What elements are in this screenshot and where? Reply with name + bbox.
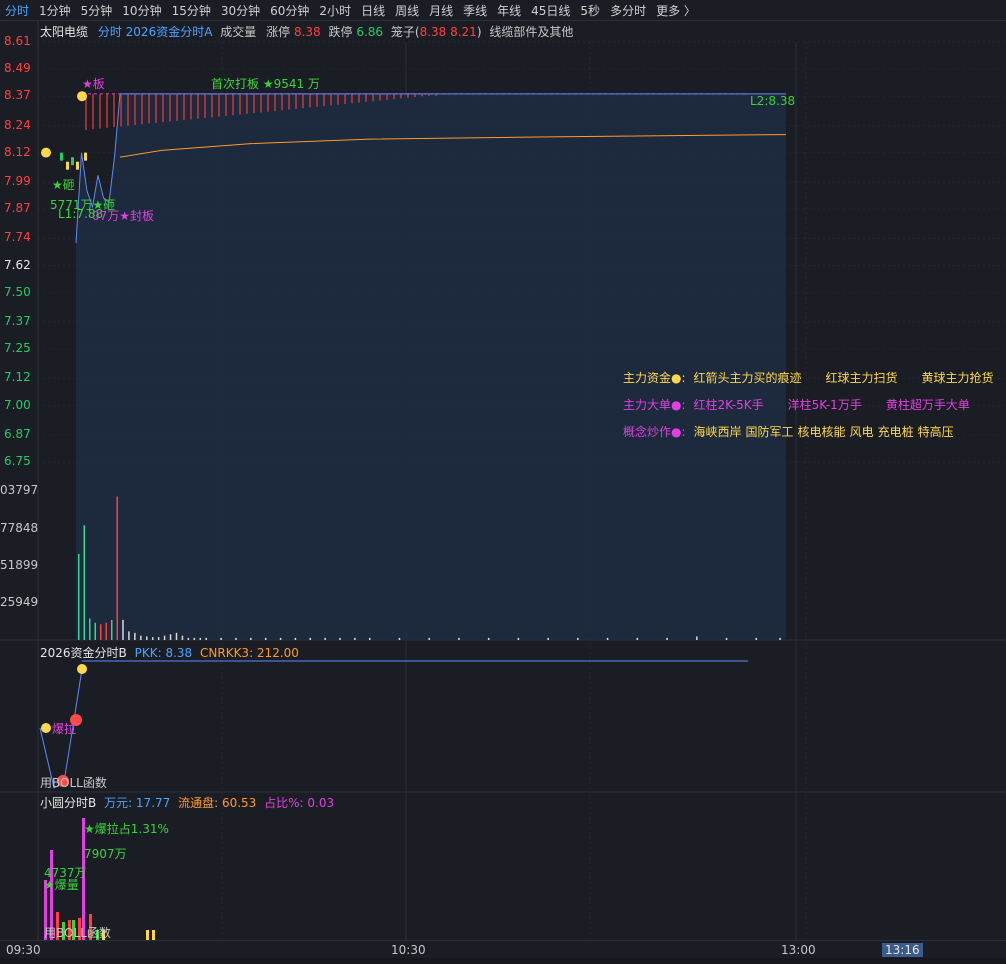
volume-tick-0: 03797 xyxy=(0,483,39,497)
boll-func-label-c: 用BOLL函数 xyxy=(44,926,111,940)
float-value: 流通盘: 60.53 xyxy=(178,796,257,810)
bottom-status-strip xyxy=(0,958,1006,964)
panel-c-title[interactable]: 小圆分时B xyxy=(40,796,96,810)
volume-tick-3: 25949 xyxy=(0,595,39,609)
info-row-title: 主力资金●: xyxy=(623,371,686,385)
volume-label: 成交量 xyxy=(220,25,257,39)
open-bar-mark xyxy=(84,152,87,161)
chart-header: 太阳电缆 分时 2026资金分时A 成交量 涨停 8.38 跌停 6.86 笼子… xyxy=(40,23,573,40)
boll-func-label: 用BOLL函数 xyxy=(40,776,107,790)
price-tick-9: 7.50 xyxy=(4,284,31,299)
yellow-ball-marker xyxy=(77,91,87,102)
panel-c-bar xyxy=(146,930,149,940)
cnrkk-value: CNRKK3: 212.00 xyxy=(200,646,299,660)
limit-up-value: 8.38 xyxy=(293,25,321,39)
price-tick-7: 7.74 xyxy=(4,230,31,245)
open-bar-mark xyxy=(76,161,79,170)
price-tick-12: 7.12 xyxy=(4,370,31,385)
volume-tick-1: 77848 xyxy=(0,521,39,535)
info-row-item: 核电核能 xyxy=(797,425,846,439)
time-label-1300: 13:00 xyxy=(781,943,816,957)
ratio-value: 占比%: 0.03 xyxy=(264,796,335,810)
price-tick-0: 8.61 xyxy=(4,34,31,48)
price-tick-11: 7.25 xyxy=(4,341,31,356)
first-board-label: 首次打板 ★9541 万 xyxy=(211,77,320,91)
panel-b-yellow-ball xyxy=(77,664,87,674)
info-row-item: 红箭头主力买的痕迹 xyxy=(693,371,802,385)
info-row-item: 黄柱超万手大单 xyxy=(885,398,970,412)
amount-label-1: 7907万 xyxy=(84,847,127,861)
stock-name: 太阳电缆 xyxy=(40,25,89,39)
smash-label-1: ★砸 xyxy=(52,178,75,192)
wanyuan-value: 万元: 17.77 xyxy=(104,796,171,810)
price-tick-5: 7.99 xyxy=(4,174,31,188)
price-tick-10: 7.37 xyxy=(4,314,31,328)
limit-up-label: 涨停 xyxy=(266,25,291,39)
price-tick-3: 8.24 xyxy=(4,117,31,132)
burst-ratio-label: ★爆拉占1.31% xyxy=(84,822,169,836)
info-row-2: 概念炒作●: 海峡西岸 国防军工 核电核能 风电 充电桩 特高压 xyxy=(623,423,958,440)
open-bar-mark xyxy=(66,161,69,170)
time-axis: 09:30 10:30 13:00 13:16 xyxy=(0,940,1006,959)
time-cursor-label[interactable]: 13:16 xyxy=(882,943,923,957)
info-row-item: 洋柱5K-1万手 xyxy=(787,398,862,412)
burst-label: 爆拉 xyxy=(52,722,77,736)
info-row-item: 红柱2K-5K手 xyxy=(693,398,764,412)
info-row-item: 国防军工 xyxy=(745,425,794,439)
price-area-fill xyxy=(76,93,786,640)
info-row-0: 主力资金●: 红箭头主力买的痕迹 红球主力扫货 黄球主力抢货 xyxy=(623,369,1006,386)
seal-board-label: 07万★封板 xyxy=(92,209,155,223)
time-label-1030: 10:30 xyxy=(391,943,426,957)
panel-b-yellow-ball-2 xyxy=(41,723,51,733)
burst-volume-label: ★爆量 xyxy=(44,878,79,892)
limit-down-label: 跌停 xyxy=(328,25,353,39)
volume-tick-2: 51899 xyxy=(0,558,39,572)
info-row-item: 特高压 xyxy=(917,425,954,439)
info-row-item: 红球主力扫货 xyxy=(825,371,898,385)
indicator-name[interactable]: 分时 2026资金分时A xyxy=(98,25,213,39)
pkk-value: PKK: 8.38 xyxy=(134,646,193,660)
info-row-title: 主力大单●: xyxy=(623,398,686,412)
info-row-item: 风电 xyxy=(849,425,874,439)
price-tick-13: 7.00 xyxy=(4,397,31,412)
info-row-1: 主力大单●: 红柱2K-5K手 洋柱5K-1万手 黄柱超万手大单 xyxy=(623,396,994,413)
price-axis: 8.61 8.49 8.37 8.24 8.12 7.99 7.87 7.74 7.62 7.50… xyxy=(0,20,38,940)
info-row-item: 海峡西岸 xyxy=(693,425,742,439)
cage-close: ) xyxy=(476,25,482,39)
info-row-item: 黄球主力抢货 xyxy=(921,371,994,385)
price-tick-1: 8.49 xyxy=(4,61,31,76)
price-tick-6: 7.87 xyxy=(4,201,31,216)
info-row-title: 概念炒作●: xyxy=(623,425,686,439)
yellow-ball-marker xyxy=(41,147,51,158)
panel-c-bar xyxy=(152,930,155,940)
panel-c-header: 小圆分时B 万元: 17.77 流通盘: 60.53 占比%: 0.03 xyxy=(40,794,334,811)
cage-values: 8.38 8.21 xyxy=(419,25,477,39)
time-label-open: 09:30 xyxy=(6,943,41,957)
price-tick-15: 6.75 xyxy=(4,454,31,468)
info-row-item: 充电桩 xyxy=(877,425,914,439)
price-tick-14: 6.87 xyxy=(4,426,31,441)
sector-name: 线缆部件及其他 xyxy=(489,25,574,39)
price-tick-8: 7.62 xyxy=(4,257,31,272)
l2-label: L2:8.38 xyxy=(750,94,796,108)
panel-b-title[interactable]: 2026资金分时B xyxy=(40,646,127,660)
open-bar-mark xyxy=(71,157,74,166)
cage-label: 笼子( xyxy=(390,25,420,39)
panel-b-header: 2026资金分时B PKK: 8.38 CNRKK3: 212.00 xyxy=(40,644,299,661)
price-tick-2: 8.37 xyxy=(4,88,31,103)
board-star-label: ★板 xyxy=(82,77,105,91)
price-tick-4: 8.12 xyxy=(4,144,31,159)
open-bar-mark xyxy=(60,152,63,161)
limit-down-value: 6.86 xyxy=(356,25,384,39)
